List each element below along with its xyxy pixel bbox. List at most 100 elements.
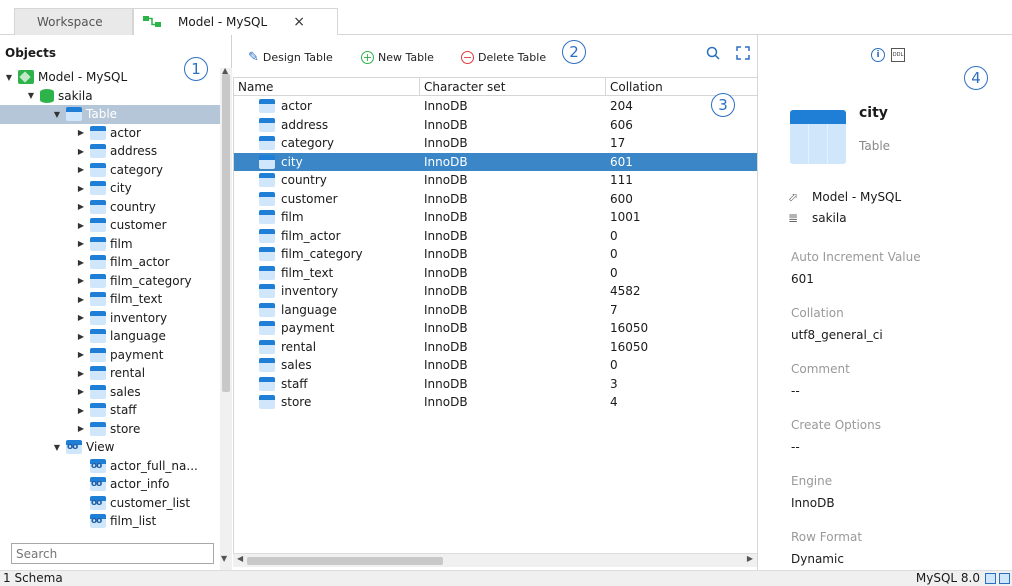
tree-item[interactable]: ▶ customer <box>0 216 220 235</box>
table-row[interactable]: film_actor InnoDB 0 <box>234 227 758 246</box>
tree-item[interactable]: ▼ Table <box>0 105 220 124</box>
chevron-right-icon[interactable]: ▶ <box>76 406 86 415</box>
table-row[interactable]: payment InnoDB 16050 <box>234 319 758 338</box>
cell-name-text: store <box>281 395 312 410</box>
tab-workspace[interactable]: Workspace <box>14 8 133 35</box>
grid-horizontal-scrollbar[interactable]: ▼ ◀ ▶ <box>221 553 757 567</box>
chevron-right-icon[interactable]: ▶ <box>76 202 86 211</box>
scroll-right-icon[interactable]: ▶ <box>747 554 753 563</box>
table-row[interactable]: city InnoDB 601 <box>234 152 758 171</box>
chevron-right-icon[interactable]: ▶ <box>76 184 86 193</box>
table-row[interactable]: film_text InnoDB 0 <box>234 264 758 283</box>
column-header-charset[interactable]: Character set <box>420 78 606 96</box>
chevron-right-icon[interactable]: ▶ <box>76 221 86 230</box>
tree-item[interactable]: ▼ View <box>0 438 220 457</box>
table-row[interactable]: actor InnoDB 204 <box>234 97 758 116</box>
delete-table-button[interactable]: − Delete Table <box>461 49 546 65</box>
tree-item[interactable]: ▶ city <box>0 179 220 198</box>
chevron-down-icon[interactable]: ▼ <box>52 110 62 119</box>
chevron-right-icon[interactable]: ▶ <box>76 128 86 137</box>
tree-item[interactable]: ▶ store <box>0 420 220 439</box>
objects-title: Objects <box>5 46 57 60</box>
chevron-right-icon[interactable]: ▶ <box>76 276 86 285</box>
table-grid: Name Character set Collation actor InnoDB… <box>233 77 758 553</box>
tree-item[interactable]: ▶ film_actor <box>0 253 220 272</box>
callout-1: 1 <box>184 57 208 81</box>
cell-name-text: sales <box>281 358 312 373</box>
table-row[interactable]: film_category InnoDB 0 <box>234 245 758 264</box>
tree-item-label: film_list <box>110 514 157 529</box>
model-outline-icon: ⬀ <box>788 190 799 204</box>
chevron-down-icon[interactable]: ▼ <box>52 443 62 452</box>
tree-item[interactable]: ▶ film <box>0 235 220 254</box>
table-row[interactable]: inventory InnoDB 4582 <box>234 282 758 301</box>
chevron-down-icon[interactable]: ▼ <box>4 73 14 82</box>
table-row[interactable]: sales InnoDB 0 <box>234 356 758 375</box>
chevron-right-icon[interactable]: ▶ <box>76 258 86 267</box>
close-icon[interactable]: × <box>293 14 305 30</box>
new-table-button[interactable]: + New Table <box>361 49 434 65</box>
chevron-right-icon[interactable]: ▶ <box>76 313 86 322</box>
tree-item[interactable]: ▶ country <box>0 198 220 217</box>
table-icon <box>90 292 106 307</box>
column-header-collation[interactable]: Collation <box>606 78 758 96</box>
search-icon[interactable] <box>706 46 720 60</box>
chevron-right-icon[interactable]: ▶ <box>76 369 86 378</box>
table-row[interactable]: film InnoDB 1001 <box>234 208 758 227</box>
tree-item[interactable]: ▶ inventory <box>0 309 220 328</box>
tree-item[interactable]: film_list <box>0 512 220 531</box>
tree-item[interactable]: actor_info <box>0 475 220 494</box>
table-row[interactable]: rental InnoDB 16050 <box>234 338 758 357</box>
cell-charset: InnoDB <box>424 358 468 373</box>
chevron-right-icon[interactable]: ▶ <box>76 239 86 248</box>
tree-item[interactable]: ▶ film_category <box>0 272 220 291</box>
chevron-right-icon[interactable]: ▶ <box>76 295 86 304</box>
cell-collation: 1001 <box>610 210 641 225</box>
table-row[interactable]: store InnoDB 4 <box>234 393 758 412</box>
design-table-button[interactable]: ✎ Design Table <box>248 49 333 65</box>
fullscreen-icon[interactable] <box>736 46 750 60</box>
chevron-right-icon[interactable]: ▶ <box>76 424 86 433</box>
tree-item[interactable]: ▶ payment <box>0 346 220 365</box>
column-header-name[interactable]: Name <box>234 78 420 96</box>
tree-item[interactable]: ▶ film_text <box>0 290 220 309</box>
object-tree[interactable]: ▼ Model - MySQL ▼ sakila ▼ Table ▶ actor ▶ addres… <box>0 68 220 572</box>
table-row[interactable]: address InnoDB 606 <box>234 116 758 135</box>
tree-item[interactable]: ▶ language <box>0 327 220 346</box>
tree-item[interactable]: ▶ staff <box>0 401 220 420</box>
tree-item[interactable]: actor_full_na... <box>0 457 220 476</box>
tree-item[interactable]: customer_list <box>0 494 220 513</box>
search-input[interactable] <box>11 543 214 564</box>
layout-toggle-icon-2[interactable] <box>999 573 1010 584</box>
callout-3: 3 <box>711 93 735 117</box>
table-row[interactable]: language InnoDB 7 <box>234 301 758 320</box>
new-table-label: New Table <box>378 50 434 64</box>
tree-item[interactable]: ▼ sakila <box>0 87 220 106</box>
chevron-right-icon[interactable]: ▶ <box>76 350 86 359</box>
tree-item[interactable]: ▶ actor <box>0 124 220 143</box>
table-list-panel: ✎ Design Table + New Table − Delete Tabl… <box>221 35 758 570</box>
tree-item[interactable]: ▶ sales <box>0 383 220 402</box>
tree-scroll-thumb[interactable] <box>222 74 230 392</box>
cell-name: film_actor <box>234 228 420 243</box>
chevron-right-icon[interactable]: ▶ <box>76 165 86 174</box>
tab-model-mysql[interactable]: Model - MySQL × <box>133 8 338 35</box>
ddl-icon[interactable]: DDL <box>891 48 905 62</box>
chevron-down-icon[interactable]: ▼ <box>26 91 36 100</box>
info-icon[interactable]: i <box>871 48 885 62</box>
scroll-left-icon[interactable]: ◀ <box>237 554 243 563</box>
tree-item[interactable]: ▶ rental <box>0 364 220 383</box>
tree-item[interactable]: ▶ address <box>0 142 220 161</box>
chevron-right-icon[interactable]: ▶ <box>76 332 86 341</box>
scroll-down-icon[interactable]: ▼ <box>221 554 227 563</box>
tree-scrollbar[interactable]: ▲ <box>220 66 232 572</box>
table-row[interactable]: staff InnoDB 3 <box>234 375 758 394</box>
layout-toggle-icon[interactable] <box>985 573 996 584</box>
table-row[interactable]: customer InnoDB 600 <box>234 190 758 209</box>
chevron-right-icon[interactable]: ▶ <box>76 147 86 156</box>
table-row[interactable]: category InnoDB 17 <box>234 134 758 153</box>
chevron-right-icon[interactable]: ▶ <box>76 387 86 396</box>
tree-item[interactable]: ▶ category <box>0 161 220 180</box>
grid-scroll-thumb[interactable] <box>247 557 443 565</box>
table-row[interactable]: country InnoDB 111 <box>234 171 758 190</box>
